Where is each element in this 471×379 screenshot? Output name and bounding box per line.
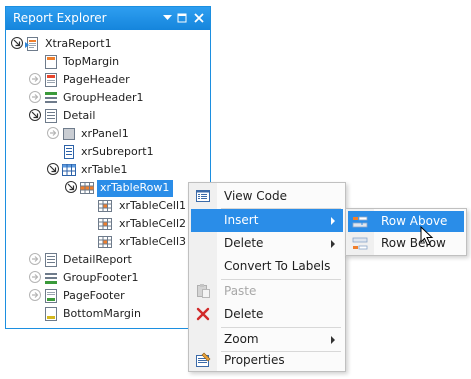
menu-item-label: Properties xyxy=(224,353,285,367)
menu-item-row-above[interactable]: Row Above xyxy=(348,211,464,232)
report-tree: XtraReport1 TopMargin PageHeader GroupHe… xyxy=(6,30,210,328)
table-row-icon xyxy=(79,180,95,196)
tree-node-label: DetailReport xyxy=(63,253,132,266)
view-code-icon xyxy=(195,188,211,204)
tree-node-label: xrTableCell1 xyxy=(119,199,187,212)
menu-item-label: Row Above xyxy=(381,214,448,228)
menu-item-label: Zoom xyxy=(224,332,259,346)
table-cell-icon xyxy=(97,216,113,232)
tree-node-xrtable1[interactable]: xrTable1 xyxy=(6,161,206,179)
properties-icon xyxy=(195,352,211,368)
insert-row-above-icon xyxy=(352,214,368,230)
menu-item-properties[interactable]: Properties xyxy=(191,349,343,372)
bottom-margin-band-icon xyxy=(43,306,59,322)
menu-item-delete-submenu[interactable]: Delete xyxy=(191,232,343,255)
tree-node-topmargin[interactable]: TopMargin xyxy=(6,53,206,71)
tree-node-detail[interactable]: Detail xyxy=(6,107,206,125)
tree-node-xrtablecell2[interactable]: xrTableCell2 xyxy=(6,215,206,233)
panel-title-bar[interactable]: Report Explorer xyxy=(6,7,210,30)
menu-item-row-below[interactable]: Row Below xyxy=(348,233,464,254)
menu-item-label: View Code xyxy=(224,189,288,203)
tree-node-label: xrPanel1 xyxy=(81,127,129,140)
tree-node-label: GroupHeader1 xyxy=(63,91,144,104)
menu-item-zoom[interactable]: Zoom xyxy=(191,328,343,351)
tree-node-label: Detail xyxy=(63,109,96,122)
submenu-arrow-icon xyxy=(331,217,335,225)
menu-item-label: Row Below xyxy=(381,236,446,250)
paste-icon xyxy=(195,283,211,299)
tree-node-label: xrTableRow1 xyxy=(97,180,174,197)
menu-item-insert[interactable]: Insert xyxy=(191,209,343,232)
tree-node-xrsubreport1[interactable]: xrSubreport1 xyxy=(6,143,206,161)
expanded-icon[interactable] xyxy=(65,181,77,193)
tree-node-xrtablecell3[interactable]: xrTableCell3 xyxy=(6,233,206,251)
panel-icon xyxy=(61,126,77,142)
collapsed-icon[interactable] xyxy=(47,127,59,139)
menu-item-label: Insert xyxy=(224,213,259,227)
table-cell-icon xyxy=(97,198,113,214)
tree-node-label: xrTableCell3 xyxy=(119,235,187,248)
menu-item-delete[interactable]: Delete xyxy=(191,303,343,326)
report-explorer-panel: Report Explorer XtraReport1 TopMargin Pa… xyxy=(5,6,211,329)
tree-node-label: TopMargin xyxy=(63,55,120,68)
menu-item-label: Paste xyxy=(224,284,257,298)
close-icon[interactable] xyxy=(192,11,206,25)
submenu-arrow-icon xyxy=(331,240,335,248)
group-header-band-icon xyxy=(43,90,59,106)
context-menu: View Code Insert Delete Convert To Label… xyxy=(188,182,346,372)
menu-item-label: Delete xyxy=(224,236,264,250)
page-footer-band-icon xyxy=(43,288,59,304)
expanded-icon[interactable] xyxy=(11,37,23,49)
menu-item-convert-to-labels[interactable]: Convert To Labels xyxy=(191,255,343,278)
collapsed-icon[interactable] xyxy=(29,73,41,85)
table-cell-icon xyxy=(97,234,113,250)
tree-node-label: XtraReport1 xyxy=(45,37,112,50)
page-header-band-icon xyxy=(43,72,59,88)
delete-icon xyxy=(195,306,211,322)
mouse-cursor-icon xyxy=(420,226,434,246)
tree-node-label: xrTable1 xyxy=(81,163,128,176)
submenu-arrow-icon xyxy=(331,336,335,344)
tree-node-pageheader[interactable]: PageHeader xyxy=(6,71,206,89)
collapsed-icon[interactable] xyxy=(29,271,41,283)
tree-node-xrtablerow1[interactable]: xrTableRow1 xyxy=(6,179,206,197)
tree-node-label: PageFooter xyxy=(63,289,125,302)
dropdown-icon[interactable] xyxy=(160,11,174,25)
expanded-icon[interactable] xyxy=(47,163,59,175)
detail-report-band-icon xyxy=(43,252,59,268)
subreport-icon xyxy=(61,144,77,160)
report-icon xyxy=(25,36,41,52)
pin-icon[interactable] xyxy=(175,11,189,25)
menu-item-paste[interactable]: Paste xyxy=(191,280,343,303)
collapsed-icon[interactable] xyxy=(29,253,41,265)
tree-node-xtrareport1[interactable]: XtraReport1 xyxy=(6,35,206,53)
tree-node-label: xrTableCell2 xyxy=(119,217,187,230)
top-margin-band-icon xyxy=(43,54,59,70)
insert-submenu: Row Above Row Below xyxy=(345,208,467,256)
tree-node-label: PageHeader xyxy=(63,73,130,86)
tree-node-pagefooter[interactable]: PageFooter xyxy=(6,287,206,305)
tree-node-bottommargin[interactable]: BottomMargin xyxy=(6,305,206,323)
tree-node-groupfooter1[interactable]: GroupFooter1 xyxy=(6,269,206,287)
panel-title: Report Explorer xyxy=(13,11,107,25)
insert-row-below-icon xyxy=(352,236,368,252)
collapsed-icon[interactable] xyxy=(29,289,41,301)
collapsed-icon[interactable] xyxy=(29,91,41,103)
tree-node-label: GroupFooter1 xyxy=(63,271,139,284)
menu-item-label: Delete xyxy=(224,307,264,321)
group-footer-band-icon xyxy=(43,270,59,286)
tree-node-detailreport[interactable]: DetailReport xyxy=(6,251,206,269)
tree-node-groupheader1[interactable]: GroupHeader1 xyxy=(6,89,206,107)
menu-item-label: Convert To Labels xyxy=(224,259,331,273)
menu-item-view-code[interactable]: View Code xyxy=(191,185,343,208)
tree-node-xrpanel1[interactable]: xrPanel1 xyxy=(6,125,206,143)
expanded-icon[interactable] xyxy=(29,109,41,121)
detail-band-icon xyxy=(43,108,59,124)
tree-node-label: BottomMargin xyxy=(63,307,141,320)
tree-node-xrtablecell1[interactable]: xrTableCell1 xyxy=(6,197,206,215)
table-icon xyxy=(61,162,77,178)
tree-node-label: xrSubreport1 xyxy=(81,145,154,158)
